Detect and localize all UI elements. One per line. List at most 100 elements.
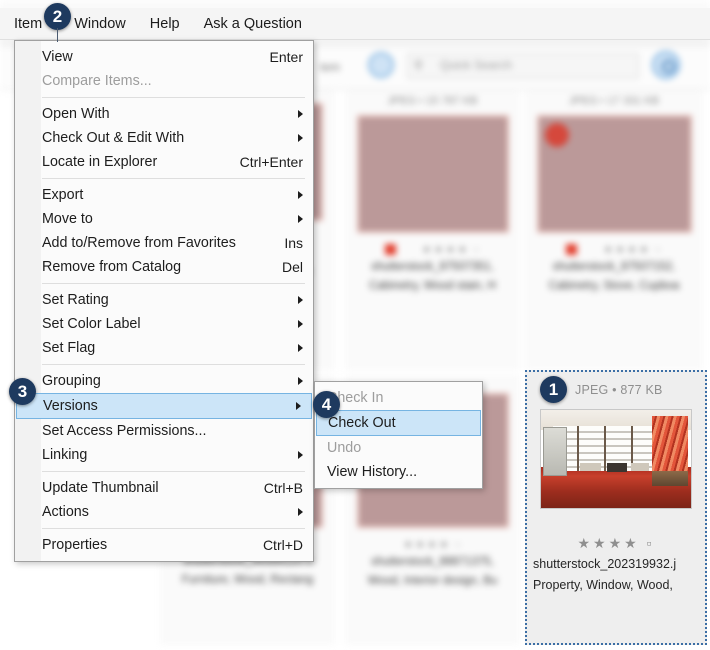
chevron-right-icon [298,508,303,516]
image-region-table [607,462,627,472]
menu-item-label: Check Out [328,415,396,431]
menu-item-view[interactable]: View Enter [15,45,313,69]
image-region-mullion [577,425,579,471]
menu-item-label: Undo [327,440,362,456]
menu-item-label: Set Flag [42,340,96,356]
menu-item-add-to-remove-from-favorites[interactable]: Add to/Remove from Favorites Ins [15,231,313,255]
menu-item-label: Properties [42,537,108,553]
versions-submenu: Check In Check Out Undo View History... [314,381,483,489]
rating-stars: ★★★★ ▫ [403,539,462,551]
menubar-item-ask-a-question[interactable]: Ask a Question [192,12,314,36]
menu-item-properties[interactable]: Properties Ctrl+D [15,533,313,557]
image-region-planter [652,470,688,487]
menu-item-open-with[interactable]: Open With [15,102,313,126]
menu-item-versions[interactable]: Versions [16,393,312,419]
selected-keywords: Property, Window, Wood, [533,578,673,592]
menu-item-compare-items: Compare Items... [15,69,313,93]
chevron-right-icon [298,377,303,385]
image-region-bench [631,462,649,471]
color-label-icon [384,244,396,255]
submenu-item-check-in: Check In [315,386,482,410]
menu-item-label: Versions [43,398,98,414]
step-badge-4: 4 [313,391,340,418]
selected-filename: shutterstock_202319932.j [533,557,677,571]
menu-item-label: Set Access Permissions... [42,423,207,439]
menu-item-set-flag[interactable]: Set Flag [15,336,313,360]
image-region-bench [580,462,601,471]
rating-stars: ★★★★ ▫ [603,244,662,256]
thumbnail-keywords: Furniture, Wood, Rectang [181,574,314,586]
menu-item-label: Add to/Remove from Favorites [42,235,236,251]
selected-thumbnail-card[interactable]: JPEG • 877 KB ★★★★ ▫ shutterstock_202319… [525,370,707,645]
thumbnail-filename: shutterstock_87507152, [552,261,676,273]
thumbnail-keywords: Wood, Interior design, Bu [367,575,498,587]
menu-item-grouping[interactable]: Grouping [15,369,313,393]
thumbnail-filename: shutterstock_87507351, [371,261,494,273]
selected-rating-stars[interactable]: ★★★★ ▫ [533,535,699,552]
menu-item-label: View History... [327,464,418,480]
toolbar-left-label: tem [320,60,341,74]
menu-item-label: Linking [42,447,88,463]
menu-item-label: Remove from Catalog [42,259,182,275]
submenu-item-check-out[interactable]: Check Out [316,410,481,436]
menu-separator [42,471,305,472]
menu-item-set-color-label[interactable]: Set Color Label [15,312,313,336]
menubar-item-window[interactable]: Window [62,12,138,36]
image-region-mullion [604,425,606,471]
menu-item-label: Set Rating [42,292,109,308]
chevron-right-icon [298,191,303,199]
thumbnail-card[interactable]: JPEG • 15 787 KB ★★★★ ▫ shutterstock_875… [345,90,520,370]
menu-separator [42,178,305,179]
menu-item-set-access-permissions[interactable]: Set Access Permissions... [15,419,313,443]
menu-item-label: View [42,49,73,65]
step-badge-2-pointer [57,28,58,42]
chevron-right-icon [296,402,301,410]
menu-item-set-rating[interactable]: Set Rating [15,288,313,312]
menu-item-check-out-edit-with[interactable]: Check Out & Edit With [15,126,313,150]
thumbnail-keywords: Cabinetry, Wood stain, H [369,280,496,292]
menubar-item-help[interactable]: Help [138,12,192,36]
menu-bar: Item Window Help Ask a Question [0,8,710,40]
thumbnail-badges: ★★★★ ▫ [345,243,520,256]
menu-separator [42,283,305,284]
menu-item-actions[interactable]: Actions [15,500,313,524]
color-label-icon [566,244,578,255]
submenu-item-view-history[interactable]: View History... [315,460,482,484]
search-go-icon[interactable] [652,51,680,79]
menu-item-update-thumbnail[interactable]: Update Thumbnail Ctrl+B [15,476,313,500]
image-region-door [542,426,567,476]
menu-separator [42,97,305,98]
submenu-item-undo: Undo [315,436,482,460]
step-badge-2: 2 [44,3,71,30]
menu-item-remove-from-catalog[interactable]: Remove from Catalog Del [15,255,313,279]
thumbnail-keywords: Cabinetry, Stove, Cupboa [548,280,680,292]
menu-item-shortcut: Ctrl+D [262,537,303,553]
menu-item-label: Check In [327,390,384,406]
chevron-right-icon [298,451,303,459]
chevron-right-icon [298,320,303,328]
menu-item-label: Compare Items... [42,73,152,89]
menu-item-shortcut: Ins [284,235,303,251]
search-placeholder: Quick Search [440,58,513,72]
selected-thumbnail-image [540,409,692,509]
refresh-icon[interactable] [368,52,394,78]
menu-item-export[interactable]: Export [15,183,313,207]
menu-item-shortcut: Del [281,259,303,275]
menu-item-move-to[interactable]: Move to [15,207,313,231]
menu-item-locate-in-explorer[interactable]: Locate in Explorer Ctrl+Enter [15,150,313,174]
menu-item-label: Grouping [42,373,101,389]
menu-item-label: Set Color Label [42,316,141,332]
thumbnail-badges: ★★★★ ▫ [345,538,520,551]
menu-item-label: Check Out & Edit With [42,130,185,146]
chevron-right-icon [298,110,303,118]
thumbnail-format-size: JPEG • 15 787 KB [387,95,478,107]
image-region-red-branches [652,415,688,477]
menu-separator [42,528,305,529]
chevron-right-icon [298,296,303,304]
thumbnail-image [536,115,692,233]
chevron-right-icon [298,215,303,223]
thumbnail-card[interactable]: JPEG • 17 331 KB ★★★★ ▫ shutterstock_875… [525,90,703,370]
menu-item-label: Locate in Explorer [42,154,158,170]
thumbnail-filename: shutterstock_88871375, [371,556,494,568]
menu-item-linking[interactable]: Linking [15,443,313,467]
